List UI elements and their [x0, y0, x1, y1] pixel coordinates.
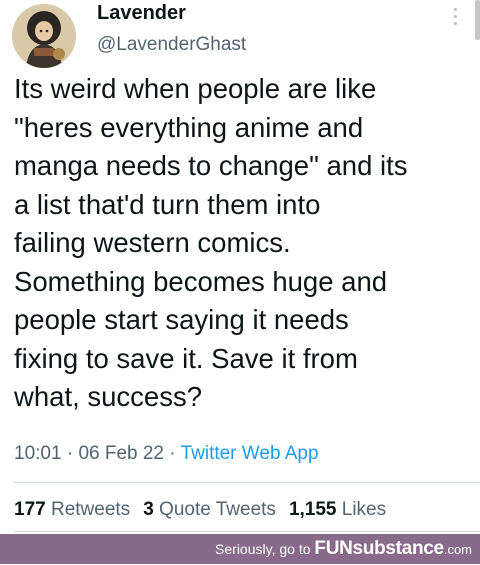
tweet-text-line: fixing to save it. Save it from	[14, 342, 358, 374]
retweets-count: 177	[14, 499, 46, 520]
meta-separator: ·	[169, 443, 176, 464]
tweet-text-line: manga needs to change" and its	[14, 150, 408, 181]
tweet-source-link[interactable]: Twitter Web App	[181, 443, 319, 464]
likes-label: Likes	[341, 499, 387, 520]
quote-tweets-count: 3	[143, 499, 154, 520]
tweet-time[interactable]: 10:01	[14, 443, 62, 464]
tweet-text-line: a list that'd turn them into	[14, 188, 321, 220]
avatar[interactable]	[12, 4, 76, 68]
tweet-text-line: what, success?	[14, 381, 203, 412]
quote-tweets-label: Quote Tweets	[159, 499, 276, 520]
quote-tweets-link[interactable]: 3 Quote Tweets	[143, 499, 276, 520]
user-handle[interactable]: @LavenderGhast	[97, 33, 246, 57]
meta-separator: ·	[66, 443, 74, 464]
engagement-stats: 177 Retweets 3 Quote Tweets 1,155 Likes	[14, 497, 386, 523]
tweet-text-line: Its weird when people are like	[14, 73, 377, 104]
tweet-text: Its weird when people are like "heres ev…	[14, 70, 476, 417]
tweet-meta: 10:01 · 06 Feb 22 · Twitter Web App	[14, 441, 319, 467]
more-vertical-icon[interactable]	[446, 4, 464, 28]
tweet-text-line: people start saying it needs	[14, 304, 349, 335]
likes-link[interactable]: 1,155 Likes	[289, 499, 386, 520]
tweet-text-line: "heres everything anime and	[14, 111, 364, 143]
tweet-text-line: Something becomes huge and	[14, 265, 388, 297]
tweet-date[interactable]: 06 Feb 22	[78, 443, 164, 464]
display-name[interactable]: Lavender	[97, 1, 186, 25]
retweets-link[interactable]: 177 Retweets	[14, 499, 130, 520]
retweets-label: Retweets	[50, 499, 131, 520]
divider	[14, 482, 480, 483]
likes-count: 1,155	[288, 499, 337, 520]
divider	[14, 531, 480, 532]
footer-prefix: Seriously, go to	[215, 541, 315, 557]
tweet-text-line: failing western comics.	[14, 227, 291, 258]
footer-brand: FUNsubstance	[314, 538, 444, 559]
footer-tld: .com	[443, 542, 472, 557]
watermark-footer: Seriously, go to FUNsubstance.com	[0, 534, 480, 564]
scrollbar[interactable]	[475, 0, 480, 40]
